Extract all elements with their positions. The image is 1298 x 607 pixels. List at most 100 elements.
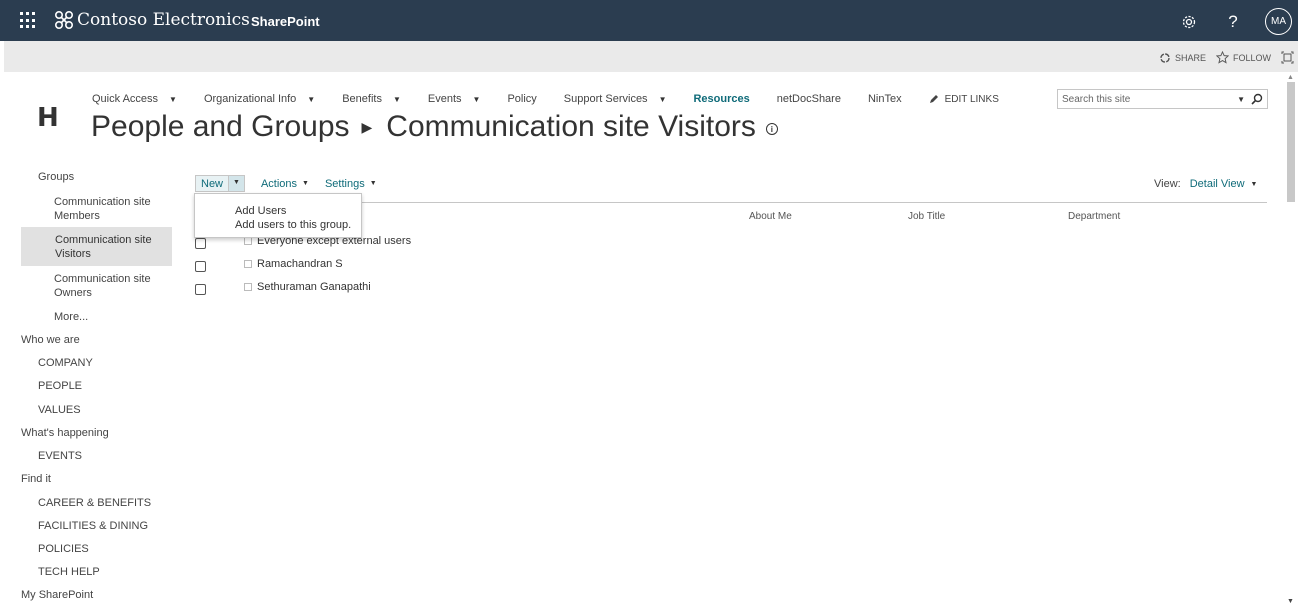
scroll-down-arrow-icon[interactable]: ▼ <box>1287 598 1294 605</box>
leftnav-more[interactable]: More... <box>54 311 88 323</box>
leftnav-group-members[interactable]: Communication site Members <box>54 195 151 223</box>
contoso-logo-icon <box>54 10 74 30</box>
column-header-about-me[interactable]: About Me <box>749 211 792 222</box>
leftnav-label: Members <box>54 210 100 222</box>
focus-mode-button[interactable] <box>1281 51 1294 64</box>
breadcrumb-separator-icon: ▶ <box>361 118 373 135</box>
topnav-label: Events <box>427 93 462 105</box>
topnav-label: Support Services <box>563 93 648 105</box>
leftnav-group-owners[interactable]: Communication site Owners <box>54 272 151 300</box>
topnav-benefits[interactable]: Benefits ▼ <box>342 93 401 105</box>
row-checkbox[interactable] <box>195 237 206 249</box>
topnav-events[interactable]: Events ▼ <box>428 93 481 105</box>
scrollbar-thumb[interactable] <box>1287 82 1295 202</box>
row-name[interactable]: Ramachandran S <box>257 258 343 270</box>
leftnav-group-visitors[interactable]: Communication site Visitors <box>21 227 172 266</box>
ribbon-actions: SHARE FOLLOW <box>1159 51 1294 64</box>
share-icon <box>1160 52 1170 63</box>
view-selector: View: Detail View ▼ <box>1154 178 1257 190</box>
focus-mode-icon <box>1281 51 1294 64</box>
leftnav-people[interactable]: PEOPLE <box>38 380 82 392</box>
caret-down-icon: ▼ <box>369 180 377 187</box>
edit-links-button[interactable]: EDIT LINKS <box>929 94 999 105</box>
leftnav-who-we-are[interactable]: Who we are <box>21 334 80 346</box>
leftnav-company[interactable]: COMPANY <box>38 357 93 369</box>
site-search-input[interactable]: Search this site ▼ <box>1057 89 1268 109</box>
menu-item-title: Add Users <box>235 205 287 217</box>
settings-menu[interactable]: Settings ▼ <box>325 178 377 190</box>
view-dropdown[interactable]: Detail View ▼ <box>1190 178 1258 190</box>
topnav-quick-access[interactable]: Quick Access ▼ <box>92 93 177 105</box>
share-button[interactable]: SHARE <box>1159 52 1206 64</box>
topnav-label: Organizational Info <box>203 93 297 105</box>
breadcrumb-parent[interactable]: People and Groups <box>91 110 350 144</box>
topnav-label: Resources <box>693 93 750 105</box>
user-avatar[interactable]: MA <box>1265 8 1292 35</box>
app-launcher-icon[interactable] <box>20 12 38 30</box>
view-label: View: <box>1154 178 1181 190</box>
caret-down-icon[interactable]: ▼ <box>307 95 315 104</box>
caret-down-icon: ▼ <box>1250 180 1258 188</box>
settings-gear-icon[interactable] <box>1177 10 1201 34</box>
row-checkbox[interactable] <box>195 283 206 295</box>
page-title: People and Groups ▶ Communication site V… <box>91 110 778 144</box>
leftnav-tech-help[interactable]: TECH HELP <box>38 566 100 578</box>
leftnav-label: Communication site <box>54 196 151 208</box>
table-row[interactable]: Ramachandran S <box>195 255 343 273</box>
new-button[interactable]: New ▼ <box>195 175 245 192</box>
topnav-nintex[interactable]: NinTex <box>868 93 902 105</box>
leftnav-values[interactable]: VALUES <box>38 404 81 416</box>
topnav-policy[interactable]: Policy <box>507 93 536 105</box>
caret-down-icon[interactable]: ▼ <box>473 95 481 104</box>
leftnav-label: Communication site <box>54 273 151 285</box>
vertical-scrollbar[interactable]: ▲ ▼ <box>1283 72 1298 607</box>
star-icon <box>1215 51 1229 64</box>
app-name-link[interactable]: SharePoint <box>251 14 320 29</box>
row-checkbox[interactable] <box>195 260 206 272</box>
leftnav-groups-heading[interactable]: Groups <box>38 171 74 183</box>
info-icon[interactable]: i <box>765 123 778 135</box>
site-logo[interactable]: H <box>37 103 59 133</box>
new-button-label[interactable]: New <box>196 176 230 191</box>
leftnav-label: Visitors <box>55 248 91 260</box>
caret-down-icon[interactable]: ▼ <box>169 95 177 104</box>
topnav-label: Policy <box>507 93 537 105</box>
leftnav-my-sharepoint[interactable]: My SharePoint <box>21 589 93 601</box>
leftnav-events[interactable]: EVENTS <box>38 450 82 462</box>
follow-button[interactable]: FOLLOW <box>1215 51 1271 64</box>
suite-bar: Contoso Electronics SharePoint ? MA <box>0 0 1298 41</box>
caret-down-icon[interactable]: ▼ <box>659 95 667 104</box>
leftnav-label: Communication site <box>55 234 152 246</box>
new-dropdown-arrow-icon[interactable]: ▼ <box>229 176 244 191</box>
topnav-support-services[interactable]: Support Services ▼ <box>564 93 667 105</box>
table-row[interactable]: Sethuraman Ganapathi <box>195 278 371 296</box>
search-scope-dropdown-icon[interactable]: ▼ <box>1237 95 1245 104</box>
topnav-resources[interactable]: Resources <box>693 93 749 105</box>
leftnav-label: Owners <box>54 287 92 299</box>
help-icon[interactable]: ? <box>1221 10 1245 34</box>
row-name[interactable]: Sethuraman Ganapathi <box>257 281 371 293</box>
topnav-organizational-info[interactable]: Organizational Info ▼ <box>204 93 315 105</box>
brand-logo[interactable]: Contoso Electronics <box>54 10 250 30</box>
new-dropdown-menu: Add Users Add users to this group. <box>194 193 362 238</box>
pencil-icon <box>929 95 938 103</box>
leftnav-career-benefits[interactable]: CAREER & BENEFITS <box>38 497 151 509</box>
leftnav-facilities-dining[interactable]: FACILITIES & DINING <box>38 520 148 532</box>
actions-menu[interactable]: Actions ▼ <box>261 178 309 190</box>
leftnav-policies[interactable]: POLICIES <box>38 543 89 555</box>
search-icon[interactable] <box>1251 93 1263 105</box>
scroll-up-arrow-icon[interactable]: ▲ <box>1287 74 1294 81</box>
leftnav-find-it[interactable]: Find it <box>21 473 51 485</box>
column-header-job-title[interactable]: Job Title <box>908 211 945 222</box>
topnav-label: Benefits <box>342 93 382 105</box>
menu-item-description: Add users to this group. <box>235 219 352 231</box>
edit-links-label: EDIT LINKS <box>944 93 999 105</box>
column-header-department[interactable]: Department <box>1068 211 1120 222</box>
topnav-netdocshare[interactable]: netDocShare <box>777 93 841 105</box>
search-placeholder: Search this site <box>1062 93 1131 105</box>
caret-down-icon[interactable]: ▼ <box>393 95 401 104</box>
menu-item-add-users[interactable]: Add Users Add users to this group. <box>235 204 361 232</box>
leftnav-whats-happening[interactable]: What's happening <box>21 427 109 439</box>
follow-label: FOLLOW <box>1232 52 1271 63</box>
suite-right-controls: ? MA <box>1177 8 1292 35</box>
